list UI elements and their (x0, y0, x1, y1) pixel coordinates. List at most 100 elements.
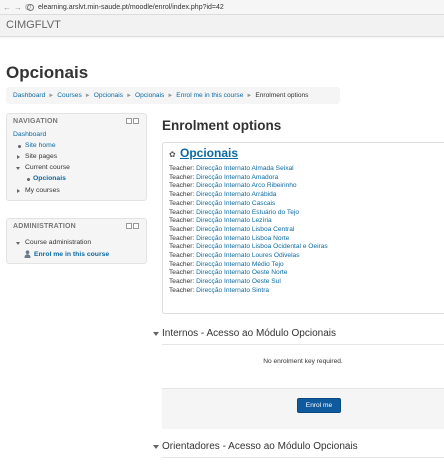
section-orientadores-title[interactable]: Orientadores - Acesso ao Módulo Opcionai… (162, 441, 358, 452)
nav-dashboard[interactable]: Dashboard (13, 131, 46, 138)
teacher-list: Teacher: Direcção Internato Almada Seixa… (169, 165, 328, 296)
navigation-block: NAVIGATION Dashboard Site home Site page… (6, 113, 147, 201)
teacher-link[interactable]: Direcção Internato Lisboa Norte (196, 235, 289, 242)
site-header: CIMGFLVT (0, 15, 444, 37)
teacher-label: Teacher: (169, 286, 195, 294)
user-icon (24, 250, 31, 258)
course-icon: ✿ (169, 150, 176, 159)
section-internos-title[interactable]: Internos - Acesso ao Módulo Opcionais (162, 328, 336, 339)
teacher-row: Teacher: Direcção Internato Lisboa Centr… (169, 226, 328, 235)
url-text[interactable]: elearning.arslvt.min-saude.pt/moodle/enr… (38, 0, 224, 15)
section-toggle-icon[interactable] (153, 445, 159, 449)
breadcrumb-separator-icon: ► (126, 93, 133, 99)
teacher-label: Teacher: (169, 208, 195, 216)
administration-block: ADMINISTRATION Course administration Enr… (6, 218, 147, 264)
enrol-me-link[interactable]: Enrol me in this course (34, 251, 109, 258)
teacher-row: Teacher: Direcção Internato Cascais (169, 200, 328, 209)
dock-icon[interactable] (126, 223, 132, 229)
course-administration[interactable]: Course administration (25, 239, 91, 246)
teacher-label: Teacher: (169, 182, 195, 190)
expand-arrow-icon[interactable] (17, 155, 20, 159)
section-toggle-icon[interactable] (153, 332, 159, 336)
block-controls (125, 223, 140, 230)
teacher-label: Teacher: (169, 243, 195, 251)
nav-site-home[interactable]: Site home (25, 142, 56, 149)
teacher-link[interactable]: Direcção Internato Almada Seixal (196, 165, 294, 172)
expand-arrow-icon[interactable] (17, 189, 20, 193)
block-controls (125, 118, 140, 125)
enrol-me-link-item[interactable]: Enrol me in this course (34, 251, 109, 258)
teacher-row: Teacher: Direcção Internato Oeste Sul (169, 278, 328, 287)
course-box: ✿ Opcionais Teacher: Direcção Internato … (162, 142, 444, 314)
teacher-label: Teacher: (169, 191, 195, 199)
teacher-label: Teacher: (169, 278, 195, 286)
teacher-row: Teacher: Direcção Internato Arrábida (169, 191, 328, 200)
teacher-link[interactable]: Direcção Internato Médio Tejo (196, 261, 283, 268)
teacher-row: Teacher: Direcção Internato Amadora (169, 174, 328, 183)
nav-dashboard-link[interactable]: Dashboard (13, 131, 46, 138)
teacher-row: Teacher: Direcção Internato Sintra (169, 287, 328, 296)
teacher-row: Teacher: Direcção Internato Almada Seixa… (169, 165, 328, 174)
breadcrumb-course[interactable]: Opcionais (135, 92, 164, 99)
divider (162, 344, 444, 345)
teacher-link[interactable]: Direcção Internato Oeste Sul (196, 278, 281, 285)
dock-icon[interactable] (126, 118, 132, 124)
collapse-icon[interactable] (133, 223, 139, 229)
collapse-arrow-icon[interactable] (16, 167, 20, 170)
breadcrumb-dashboard[interactable]: Dashboard (13, 92, 45, 99)
teacher-link[interactable]: Direcção Internato Cascais (196, 200, 275, 207)
breadcrumb-current: Enrolment options (255, 92, 309, 99)
teacher-link[interactable]: Direcção Internato Arco Ribeirinho (196, 182, 296, 189)
teacher-link[interactable]: Direcção Internato Lezíria (196, 217, 272, 224)
teacher-label: Teacher: (169, 252, 195, 260)
course-title-link[interactable]: Opcionais (180, 146, 238, 160)
browser-url-bar: ←→C i elearning.arslvt.min-saude.pt/mood… (0, 0, 444, 15)
teacher-link[interactable]: Direcção Internato Loures Odivelas (196, 252, 299, 259)
teacher-label: Teacher: (169, 234, 195, 242)
nav-site-pages[interactable]: Site pages (25, 153, 57, 160)
breadcrumb-enrol[interactable]: Enrol me in this course (176, 92, 243, 99)
teacher-link[interactable]: Direcção Internato Oeste Norte (196, 269, 287, 276)
teacher-label: Teacher: (169, 260, 195, 268)
bullet-icon (18, 145, 21, 148)
teacher-link[interactable]: Direcção Internato Estuário do Tejo (196, 209, 299, 216)
divider (162, 457, 444, 458)
breadcrumb-separator-icon: ► (84, 93, 91, 99)
teacher-row: Teacher: Direcção Internato Lisboa Ocide… (169, 243, 328, 252)
breadcrumb: Dashboard ► Courses ► Opcionais ► Opcionais ► En… (6, 87, 340, 104)
teacher-link[interactable]: Direcção Internato Arrábida (196, 191, 276, 198)
back-arrow-icon[interactable]: ← (3, 3, 14, 12)
enrol-button-panel: Enrol me (162, 388, 444, 429)
teacher-label: Teacher: (169, 165, 195, 172)
nav-current-course[interactable]: Current course (25, 164, 70, 171)
nav-current-course-item[interactable]: Opcionais (33, 175, 66, 182)
collapse-arrow-icon[interactable] (16, 242, 20, 245)
breadcrumb-courses[interactable]: Courses (57, 92, 82, 99)
breadcrumb-category[interactable]: Opcionais (94, 92, 123, 99)
info-icon[interactable]: i (27, 4, 34, 11)
teacher-row: Teacher: Direcção Internato Médio Tejo (169, 261, 328, 270)
teacher-link[interactable]: Direcção Internato Lisboa Ocidental e Oe… (196, 243, 328, 250)
collapse-icon[interactable] (133, 118, 139, 124)
teacher-row: Teacher: Direcção Internato Estuário do … (169, 209, 328, 218)
page-title: Opcionais (6, 63, 89, 82)
nav-my-courses[interactable]: My courses (25, 187, 60, 194)
section-orientadores[interactable]: Orientadores - Acesso ao Módulo Opcionai… (153, 441, 358, 452)
teacher-label: Teacher: (169, 173, 195, 181)
enrolment-options-heading: Enrolment options (162, 118, 282, 133)
section-internos[interactable]: Internos - Acesso ao Módulo Opcionais (153, 328, 336, 339)
teacher-link[interactable]: Direcção Internato Lisboa Central (196, 226, 294, 233)
teacher-label: Teacher: (169, 217, 195, 225)
bullet-icon (27, 178, 30, 181)
nav-opcionais-link[interactable]: Opcionais (33, 175, 66, 182)
teacher-row: Teacher: Direcção Internato Arco Ribeiri… (169, 182, 328, 191)
nav-site-home-link[interactable]: Site home (25, 142, 56, 149)
teacher-link[interactable]: Direcção Internato Amadora (196, 174, 278, 181)
forward-arrow-icon[interactable]: → (14, 3, 25, 12)
teacher-label: Teacher: (169, 225, 195, 233)
teacher-label: Teacher: (169, 199, 195, 207)
site-name[interactable]: CIMGFLVT (6, 19, 61, 31)
enrol-me-button[interactable]: Enrol me (297, 398, 341, 413)
no-enrolment-key-text: No enrolment key required. (263, 358, 343, 365)
teacher-link[interactable]: Direcção Internato Sintra (196, 287, 269, 294)
